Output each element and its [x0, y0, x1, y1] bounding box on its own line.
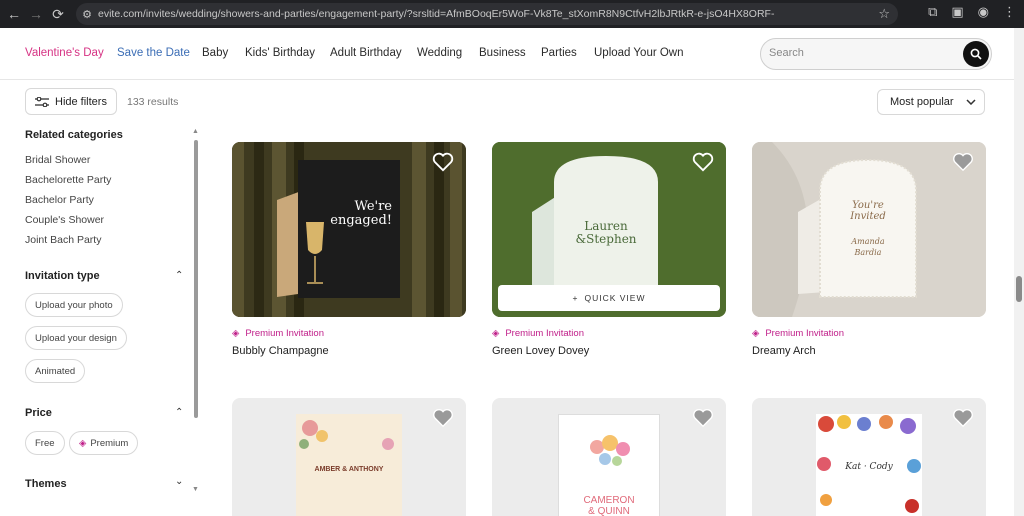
- product-name[interactable]: Bubbly Champagne: [232, 345, 329, 357]
- chevron-up-icon[interactable]: ⌃: [175, 270, 183, 281]
- heart-icon[interactable]: [952, 152, 974, 172]
- product-card-image[interactable]: AMBER & ANTHONY: [232, 398, 466, 516]
- premium-label: Premium Invitation: [505, 328, 584, 339]
- premium-label: Premium Invitation: [245, 328, 324, 339]
- nav-upload-your-own[interactable]: Upload Your Own: [594, 47, 684, 59]
- forward-icon[interactable]: →: [24, 2, 48, 26]
- product-card-image[interactable]: You're Invited Amanda Bardia: [752, 142, 986, 317]
- card-text-line: AMBER & ANTHONY: [314, 466, 384, 473]
- page-scrollbar-thumb[interactable]: [1016, 276, 1022, 302]
- related-joint-bach-party[interactable]: Joint Bach Party: [25, 234, 101, 246]
- profile-icon[interactable]: ◉: [978, 4, 989, 20]
- reload-icon[interactable]: ⟳: [46, 2, 70, 26]
- card-text-line: CAMERON: [583, 495, 635, 506]
- sidebar-icon[interactable]: ▣: [951, 4, 963, 20]
- card-text-line: & QUINN: [588, 506, 630, 516]
- heart-icon[interactable]: [692, 408, 714, 428]
- extensions-icon[interactable]: ⧉: [928, 4, 937, 20]
- premium-label: Premium Invitation: [765, 328, 844, 339]
- quick-view-label: QUICK VIEW: [584, 293, 646, 303]
- floral-decoration: [590, 435, 630, 466]
- heart-icon[interactable]: [692, 152, 714, 172]
- scroll-down-icon[interactable]: ▼: [192, 486, 199, 493]
- product-card-image[interactable]: Kat · Cody: [752, 398, 986, 516]
- floral-decoration: [299, 420, 394, 450]
- related-bachelorette-party[interactable]: Bachelorette Party: [25, 174, 111, 186]
- card-text-line: You're: [852, 200, 884, 211]
- plus-icon: +: [572, 293, 579, 303]
- filter-free[interactable]: Free: [25, 431, 65, 455]
- nav-parties[interactable]: Parties: [541, 47, 577, 59]
- related-bridal-shower[interactable]: Bridal Shower: [25, 154, 90, 166]
- related-categories-title: Related categories: [25, 129, 123, 141]
- product-card-image[interactable]: We're engaged!: [232, 142, 466, 317]
- browser-toolbar: ← → ⟳ ⚙ evite.com/invites/wedding/shower…: [0, 0, 1024, 28]
- nav-adult-birthday[interactable]: Adult Birthday: [330, 47, 402, 59]
- nav-valentines-day[interactable]: Valentine's Day: [25, 47, 104, 59]
- filter-upload-your-design[interactable]: Upload your design: [25, 326, 127, 350]
- diamond-icon: ◈: [492, 328, 500, 339]
- search-icon: [970, 48, 982, 60]
- card-text-line: We're: [354, 199, 392, 214]
- heart-icon[interactable]: [952, 408, 974, 428]
- filter-premium-label: Premium: [90, 437, 129, 449]
- sort-dropdown[interactable]: Most popular: [877, 89, 985, 115]
- product-card-image[interactable]: CAMERON & QUINN: [492, 398, 726, 516]
- nav-business[interactable]: Business: [479, 47, 526, 59]
- sort-label: Most popular: [890, 96, 954, 108]
- price-title[interactable]: Price: [25, 407, 52, 419]
- filter-sliders-icon: [35, 96, 49, 107]
- related-bachelor-party[interactable]: Bachelor Party: [25, 194, 94, 206]
- diamond-icon: ◈: [752, 328, 760, 339]
- card-text-line: &Stephen: [575, 232, 637, 246]
- sidebar-scrollbar[interactable]: ▲ ▼: [192, 128, 200, 496]
- site-settings-icon[interactable]: ⚙: [76, 8, 98, 21]
- nav-baby[interactable]: Baby: [202, 47, 228, 59]
- url-text: evite.com/invites/wedding/showers-and-pa…: [98, 8, 775, 20]
- related-couples-shower[interactable]: Couple's Shower: [25, 214, 104, 226]
- product-name[interactable]: Green Lovey Dovey: [492, 345, 589, 357]
- premium-badge: ◈ Premium Invitation: [232, 328, 324, 339]
- chevron-down-icon[interactable]: ⌄: [175, 476, 183, 487]
- product-name[interactable]: Dreamy Arch: [752, 345, 816, 357]
- menu-icon[interactable]: ⋮: [1003, 4, 1016, 20]
- champagne-glass-icon: [306, 222, 324, 284]
- nav-wedding[interactable]: Wedding: [417, 47, 462, 59]
- page-scrollbar[interactable]: [1014, 28, 1024, 516]
- card-text-line: Invited: [850, 211, 886, 222]
- nav-save-the-date[interactable]: Save the Date: [117, 47, 190, 59]
- diamond-icon: ◈: [79, 437, 87, 449]
- filter-upload-your-photo[interactable]: Upload your photo: [25, 293, 123, 317]
- nav-kids-birthday[interactable]: Kids' Birthday: [245, 47, 315, 59]
- card-text-line: Kat · Cody: [845, 462, 893, 472]
- results-count: 133 results: [127, 96, 179, 108]
- hide-filters-button[interactable]: Hide filters: [25, 88, 117, 115]
- card-text-line: Amanda: [851, 237, 885, 246]
- hide-filters-label: Hide filters: [55, 95, 107, 108]
- category-nav: Valentine's Day Save the Date Baby Kids'…: [0, 28, 1014, 80]
- card-text-line: Bardia: [854, 248, 882, 257]
- premium-badge: ◈ Premium Invitation: [752, 328, 844, 339]
- back-icon[interactable]: ←: [2, 2, 26, 26]
- bookmark-star-icon[interactable]: ☆: [878, 6, 890, 22]
- heart-icon[interactable]: [432, 152, 454, 172]
- diamond-icon: ◈: [232, 328, 240, 339]
- heart-icon[interactable]: [432, 408, 454, 428]
- filter-premium[interactable]: ◈ Premium: [69, 431, 139, 455]
- chevron-down-icon: [966, 99, 976, 105]
- themes-title[interactable]: Themes: [25, 478, 67, 490]
- sidebar-scrollbar-thumb[interactable]: [194, 140, 198, 418]
- search-button[interactable]: [963, 41, 989, 67]
- chevron-up-icon[interactable]: ⌃: [175, 407, 183, 418]
- product-card-image[interactable]: Lauren &Stephen + QUICK VIEW: [492, 142, 726, 317]
- search-input[interactable]: Search: [760, 38, 992, 70]
- search-placeholder: Search: [769, 47, 804, 59]
- premium-badge: ◈ Premium Invitation: [492, 328, 584, 339]
- filter-animated[interactable]: Animated: [25, 359, 86, 383]
- invitation-type-title[interactable]: Invitation type: [25, 270, 100, 282]
- scroll-up-icon[interactable]: ▲: [192, 128, 199, 135]
- address-bar[interactable]: ⚙ evite.com/invites/wedding/showers-and-…: [76, 3, 898, 25]
- quick-view-button[interactable]: + QUICK VIEW: [498, 285, 720, 311]
